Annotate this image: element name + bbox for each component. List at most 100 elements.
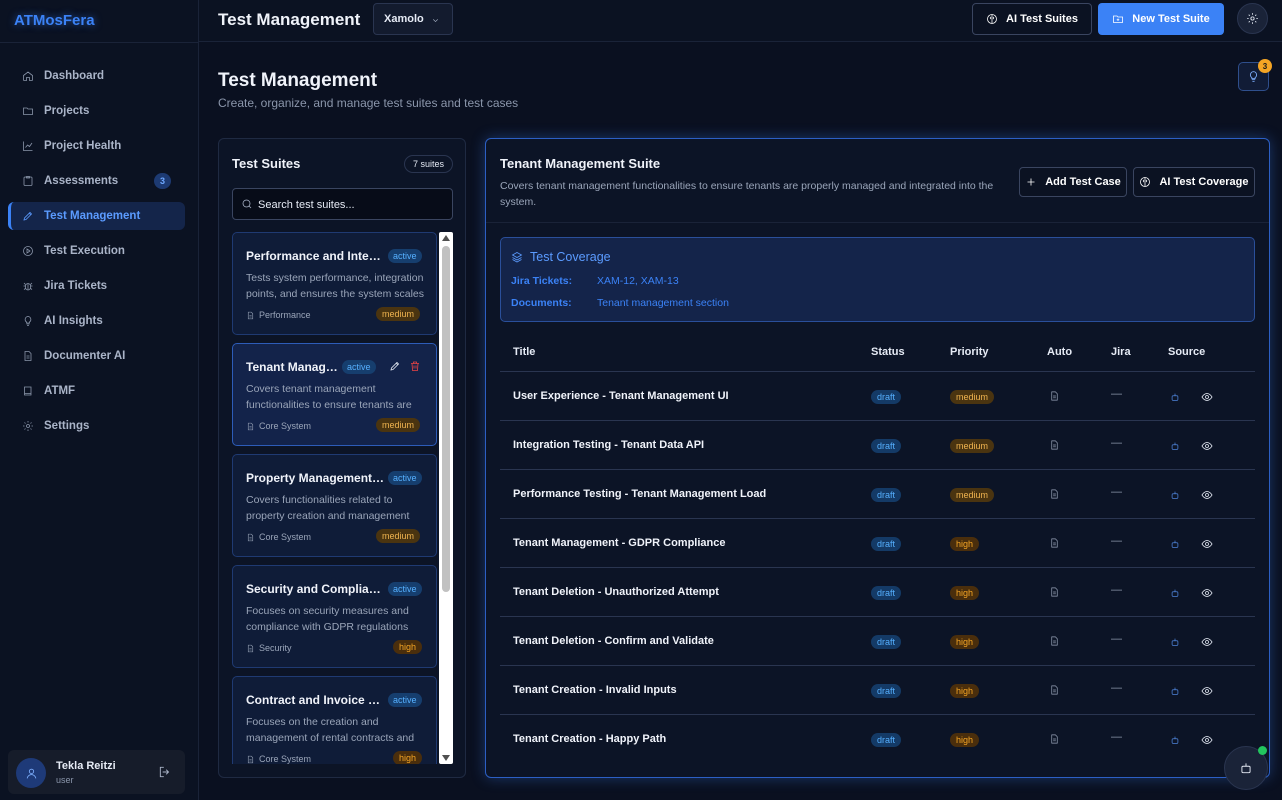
ai-test-coverage-label: AI Test Coverage <box>1159 176 1249 188</box>
user-icon <box>26 768 36 778</box>
table-row[interactable]: Integration Testing - Tenant Data API dr… <box>500 421 1255 470</box>
sidebar-item-documenter-ai[interactable]: Documenter AI <box>8 342 185 370</box>
status-badge: draft <box>871 586 902 600</box>
sidebar-item-dashboard[interactable]: Dashboard <box>8 62 185 90</box>
scroll-down-arrow[interactable] <box>442 755 450 761</box>
test-case-title[interactable]: Tenant Creation - Happy Path <box>513 733 666 745</box>
chart-icon <box>23 141 33 151</box>
project-select[interactable]: Xamolo <box>373 3 453 35</box>
sidebar-item-label: Settings <box>44 420 90 432</box>
settings-button[interactable] <box>1237 3 1268 34</box>
scrollbar-thumb[interactable] <box>442 246 450 592</box>
avatar[interactable] <box>16 758 46 788</box>
play-icon <box>23 246 33 256</box>
robot-icon <box>1171 442 1179 450</box>
test-case-title[interactable]: Integration Testing - Tenant Data API <box>513 439 704 451</box>
eye-icon[interactable] <box>1201 391 1213 403</box>
column-header-source: Source <box>1168 346 1206 358</box>
chevron-down-icon <box>433 19 438 23</box>
eye-icon[interactable] <box>1201 440 1213 452</box>
documents-value[interactable]: Tenant management section <box>597 297 729 309</box>
table-row[interactable]: Tenant Management - GDPR Compliance draf… <box>500 519 1255 568</box>
suite-name: Performance and Integration Testing <box>246 249 386 263</box>
table-row[interactable]: Performance Testing - Tenant Management … <box>500 470 1255 519</box>
suite-card[interactable]: Performance and Integration Testing acti… <box>232 232 437 335</box>
sidebar-item-label: Documenter AI <box>44 350 126 362</box>
status-badge: active <box>388 249 422 263</box>
suite-category-label: Performance <box>259 310 311 320</box>
priority-badge: high <box>393 640 423 654</box>
suite-card[interactable]: Tenant Management Suite active Covers te… <box>232 343 437 446</box>
robot-icon <box>1171 540 1179 548</box>
folder-icon <box>23 107 33 115</box>
logout-icon[interactable] <box>158 765 172 779</box>
assistant-chat-button[interactable] <box>1224 746 1268 790</box>
new-test-suite-button[interactable]: New Test Suite <box>1098 3 1224 35</box>
suite-description: Covers tenant management functionalities… <box>246 383 412 411</box>
eye-icon[interactable] <box>1201 734 1213 746</box>
file-icon <box>247 755 254 763</box>
test-case-title[interactable]: Tenant Deletion - Unauthorized Attempt <box>513 586 719 598</box>
sidebar-item-assessments[interactable]: Assessments 3 <box>8 167 185 195</box>
eye-icon[interactable] <box>1201 636 1213 648</box>
scroll-up-arrow[interactable] <box>442 235 450 241</box>
sidebar-item-test-management[interactable]: Test Management <box>8 202 185 230</box>
eye-icon[interactable] <box>1201 587 1213 599</box>
test-case-title[interactable]: Tenant Creation - Invalid Inputs <box>513 684 677 696</box>
test-suites-panel: Test Suites 7 suites Performance and Int… <box>218 138 466 778</box>
priority-badge: medium <box>376 529 421 543</box>
brain-icon <box>1140 177 1151 187</box>
eye-icon[interactable] <box>1201 489 1213 501</box>
trash-icon[interactable] <box>409 360 421 372</box>
jira-value: — <box>1111 584 1122 596</box>
status-badge: draft <box>871 537 902 551</box>
suite-list-scrollbar[interactable] <box>439 232 453 764</box>
edit-icon[interactable] <box>389 360 401 372</box>
sidebar-item-settings[interactable]: Settings <box>8 412 185 440</box>
test-case-title[interactable]: Tenant Management - GDPR Compliance <box>513 537 726 549</box>
column-header-jira: Jira <box>1111 346 1131 358</box>
user-card: Tekla Reitzi user <box>8 750 185 794</box>
table-row[interactable]: Tenant Deletion - Confirm and Validate d… <box>500 617 1255 666</box>
suite-card[interactable]: Security and Compliance active Focuses o… <box>232 565 437 668</box>
sidebar-item-atmf[interactable]: ATMF <box>8 377 185 405</box>
suite-category: Core System <box>246 754 311 764</box>
priority-badge: medium <box>950 488 995 502</box>
add-test-case-button[interactable]: Add Test Case <box>1019 167 1127 197</box>
sidebar-item-label: AI Insights <box>44 315 103 327</box>
insights-button[interactable]: 3 <box>1238 59 1272 91</box>
column-header-status: Status <box>871 346 905 358</box>
suite-category-label: Core System <box>259 421 312 431</box>
jira-tickets-value[interactable]: XAM-12, XAM-13 <box>597 275 679 287</box>
test-suites-title: Test Suites <box>232 156 301 171</box>
sidebar-item-ai-insights[interactable]: AI Insights <box>8 307 185 335</box>
suite-card[interactable]: Property Management Suite active Covers … <box>232 454 437 557</box>
robot-icon <box>1171 589 1179 597</box>
sidebar-item-project-health[interactable]: Project Health <box>8 132 185 160</box>
brand-logo[interactable]: ATMosFera <box>14 12 95 29</box>
test-case-title[interactable]: User Experience - Tenant Management UI <box>513 390 729 402</box>
ai-test-coverage-button[interactable]: AI Test Coverage <box>1133 167 1255 197</box>
robot-icon <box>1171 687 1179 695</box>
test-case-title[interactable]: Tenant Deletion - Confirm and Validate <box>513 635 714 647</box>
lightbulb-icon <box>1250 71 1257 82</box>
status-badge: draft <box>871 733 902 747</box>
ai-test-suites-button[interactable]: AI Test Suites <box>972 3 1092 35</box>
suite-card[interactable]: Contract and Invoice Management active F… <box>232 676 437 764</box>
sidebar-item-projects[interactable]: Projects <box>8 97 185 125</box>
sidebar-item-jira-tickets[interactable]: Jira Tickets <box>8 272 185 300</box>
eye-icon[interactable] <box>1201 538 1213 550</box>
sidebar-item-test-execution[interactable]: Test Execution <box>8 237 185 265</box>
search-input[interactable] <box>258 196 448 214</box>
plus-icon <box>1027 178 1035 186</box>
table-row[interactable]: Tenant Deletion - Unauthorized Attempt d… <box>500 568 1255 617</box>
priority-badge: high <box>950 537 980 551</box>
table-row[interactable]: Tenant Creation - Invalid Inputs draft h… <box>500 666 1255 715</box>
status-badge: draft <box>871 439 902 453</box>
test-case-title[interactable]: Performance Testing - Tenant Management … <box>513 488 766 500</box>
table-row[interactable]: Tenant Creation - Happy Path draft high … <box>500 715 1255 764</box>
eye-icon[interactable] <box>1201 685 1213 697</box>
status-badge: active <box>388 582 422 596</box>
table-row[interactable]: User Experience - Tenant Management UI d… <box>500 372 1255 421</box>
jira-tickets-label: Jira Tickets: <box>511 275 573 287</box>
